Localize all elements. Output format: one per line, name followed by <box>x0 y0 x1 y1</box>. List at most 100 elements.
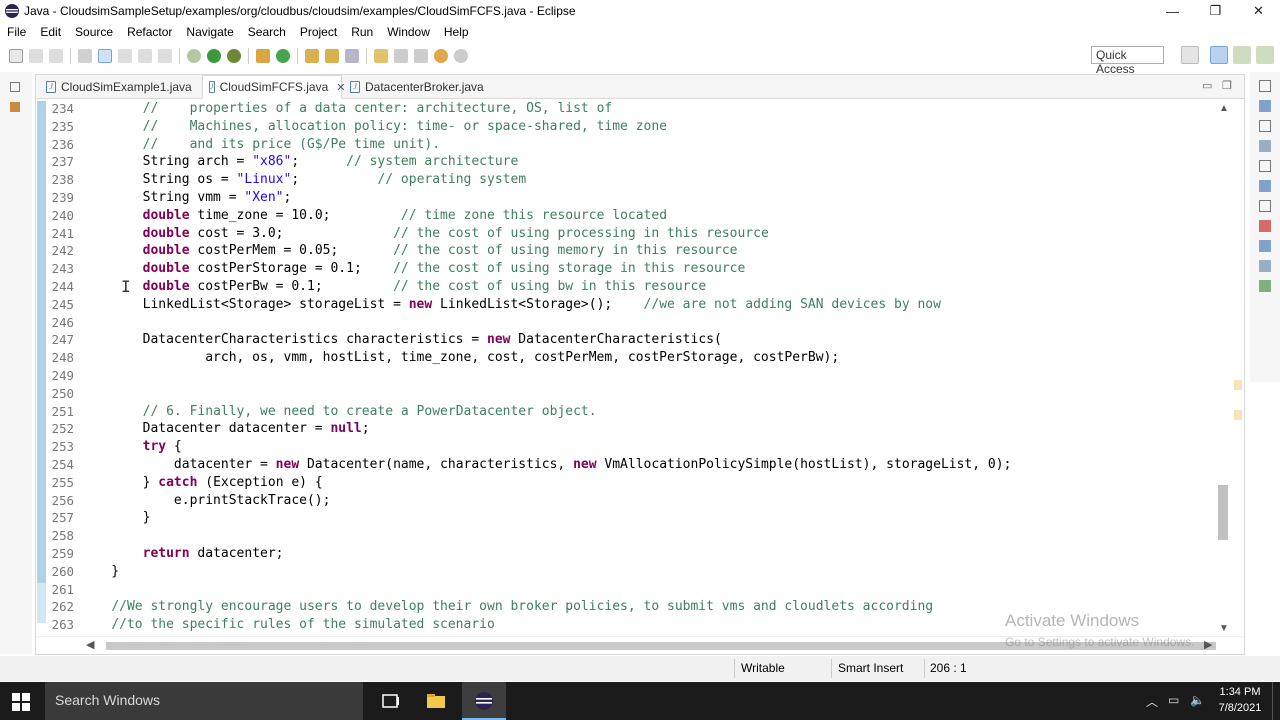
code-line[interactable]: 244 double costPerBw = 0.1; // the cost … <box>46 279 1218 297</box>
prev-annotation-icon[interactable] <box>394 49 408 63</box>
restore-view-icon[interactable] <box>10 82 20 92</box>
menu-source[interactable]: Source <box>68 25 120 39</box>
open-perspective-icon[interactable] <box>1181 46 1199 64</box>
task-list-icon[interactable] <box>1259 100 1271 112</box>
code-line[interactable]: 248 arch, os, vmm, hostList, time_zone, … <box>46 350 1218 368</box>
code-line[interactable]: 251 // 6. Finally, we need to create a P… <box>46 404 1218 422</box>
block-selection-icon[interactable] <box>118 49 132 63</box>
code-line[interactable]: 259 return datacenter; <box>46 546 1218 564</box>
code-line[interactable]: 257 } <box>46 510 1218 528</box>
restore-button[interactable]: ❐ <box>1194 0 1237 22</box>
code-line[interactable]: 247 DatacenterCharacteristics characteri… <box>46 332 1218 350</box>
tab-datacenterbroker[interactable]: J DatacenterBroker.java <box>344 75 504 99</box>
menu-navigate[interactable]: Navigate <box>179 25 240 39</box>
new-icon[interactable] <box>9 49 23 63</box>
scroll-down-icon[interactable]: ▼ <box>1218 623 1230 634</box>
restore-view-icon[interactable] <box>1259 120 1271 132</box>
eclipse-taskbar-icon[interactable] <box>473 690 495 712</box>
declaration-icon[interactable] <box>1259 260 1271 272</box>
save-all-icon[interactable] <box>49 49 63 63</box>
new-java-project-icon[interactable] <box>256 49 270 63</box>
next-annotation-icon[interactable] <box>374 49 388 63</box>
code-area[interactable]: 234 // properties of a data center: arch… <box>36 101 1218 637</box>
restore-view-icon[interactable] <box>1259 200 1271 212</box>
search-icon[interactable] <box>345 49 359 63</box>
code-line[interactable]: 254 datacenter = new Datacenter(name, ch… <box>46 457 1218 475</box>
open-task-icon[interactable] <box>325 49 339 63</box>
scroll-left-icon[interactable]: ◀ <box>86 638 94 651</box>
open-type-icon[interactable] <box>305 49 319 63</box>
tab-cloudsimfcfs[interactable]: J CloudSimFCFS.java ✕ <box>202 75 345 99</box>
code-line[interactable]: 258 <box>46 528 1218 546</box>
show-whitespace-icon[interactable] <box>138 49 152 63</box>
java-perspective-icon[interactable] <box>1210 46 1228 64</box>
code-line[interactable]: 243 double costPerStorage = 0.1; // the … <box>46 261 1218 279</box>
minimize-editor-icon[interactable]: ▭ <box>1202 79 1212 92</box>
code-line[interactable]: 253 try { <box>46 439 1218 457</box>
toggle-mark-icon[interactable] <box>78 49 92 63</box>
code-line[interactable]: 238 String os = "Linux"; // operating sy… <box>46 172 1218 190</box>
menu-search[interactable]: Search <box>241 25 293 39</box>
run-icon[interactable] <box>207 49 221 63</box>
code-line[interactable]: 255 } catch (Exception e) { <box>46 475 1218 493</box>
last-edit-icon[interactable] <box>414 49 428 63</box>
forward-icon[interactable] <box>454 49 468 63</box>
menu-file[interactable]: File <box>0 25 33 39</box>
code-line[interactable]: 242 double costPerMem = 0.05; // the cos… <box>46 243 1218 261</box>
code-line[interactable]: 246 <box>46 315 1218 333</box>
code-line[interactable]: 240 double time_zone = 10.0; // time zon… <box>46 208 1218 226</box>
code-line[interactable]: 252 Datacenter datacenter = null; <box>46 421 1218 439</box>
code-line[interactable]: 260 } <box>46 564 1218 582</box>
menu-window[interactable]: Window <box>380 25 437 39</box>
code-line[interactable]: 245 LinkedList<Storage> storageList = ne… <box>46 297 1218 315</box>
menu-edit[interactable]: Edit <box>33 25 68 39</box>
close-window-button[interactable]: ✕ <box>1237 0 1280 22</box>
task-view-icon[interactable] <box>380 690 402 712</box>
quick-access-input[interactable]: Quick Access <box>1091 46 1164 76</box>
file-explorer-icon[interactable] <box>425 690 447 712</box>
debug-perspective-icon[interactable] <box>1233 46 1251 64</box>
code-line[interactable]: 261 <box>46 582 1218 600</box>
scroll-right-icon[interactable]: ▶ <box>1204 638 1212 651</box>
back-icon[interactable] <box>434 49 448 63</box>
taskbar-search-input[interactable]: Search Windows <box>45 682 363 720</box>
menu-help[interactable]: Help <box>437 25 476 39</box>
show-hidden-icons-icon[interactable]: ︿ <box>1146 693 1158 710</box>
code-line[interactable]: 237 String arch = "x86"; // system archi… <box>46 154 1218 172</box>
outline-icon[interactable] <box>1259 140 1271 152</box>
overview-ruler-marker[interactable] <box>1234 410 1242 420</box>
console-icon[interactable] <box>1259 220 1271 232</box>
scroll-up-icon[interactable]: ▲ <box>1218 103 1230 114</box>
menu-run[interactable]: Run <box>344 25 380 39</box>
problems-icon[interactable] <box>1259 180 1271 192</box>
menu-project[interactable]: Project <box>293 25 344 39</box>
word-wrap-icon[interactable] <box>158 49 172 63</box>
network-icon[interactable]: ▭ <box>1168 693 1179 707</box>
overview-ruler-marker[interactable] <box>1234 380 1242 390</box>
code-line[interactable]: 239 String vmm = "Xen"; <box>46 190 1218 208</box>
tab-cloudsimexample1[interactable]: J CloudSimExample1.java <box>40 75 200 99</box>
menu-refactor[interactable]: Refactor <box>120 25 179 39</box>
debug-icon[interactable] <box>187 49 201 63</box>
show-desktop-button[interactable] <box>1272 682 1278 720</box>
team-perspective-icon[interactable] <box>1256 46 1274 64</box>
code-line[interactable]: 241 double cost = 3.0; // the cost of us… <box>46 226 1218 244</box>
highlight-icon[interactable] <box>98 49 112 63</box>
restore-view-icon[interactable] <box>1259 80 1271 92</box>
code-line[interactable]: 235 // Machines, allocation policy: time… <box>46 119 1218 137</box>
javadoc-icon[interactable] <box>1259 240 1271 252</box>
save-icon[interactable] <box>29 49 43 63</box>
minimize-button[interactable]: — <box>1151 0 1194 22</box>
windows-start-icon[interactable] <box>12 693 30 711</box>
new-class-icon[interactable] <box>276 49 290 63</box>
progress-icon[interactable] <box>1259 280 1271 292</box>
taskbar-clock[interactable]: 1:34 PM 7/8/2021 <box>1210 684 1270 716</box>
volume-icon[interactable]: 🔈 <box>1190 693 1205 707</box>
code-line[interactable]: 236 // and its price (G$/Pe time unit). <box>46 137 1218 155</box>
coverage-icon[interactable] <box>227 49 241 63</box>
code-line[interactable]: 250 <box>46 386 1218 404</box>
vertical-scrollbar-thumb[interactable] <box>1218 485 1228 540</box>
package-explorer-icon[interactable] <box>10 102 20 112</box>
maximize-editor-icon[interactable]: ❐ <box>1222 79 1232 92</box>
restore-view-icon[interactable] <box>1259 160 1271 172</box>
